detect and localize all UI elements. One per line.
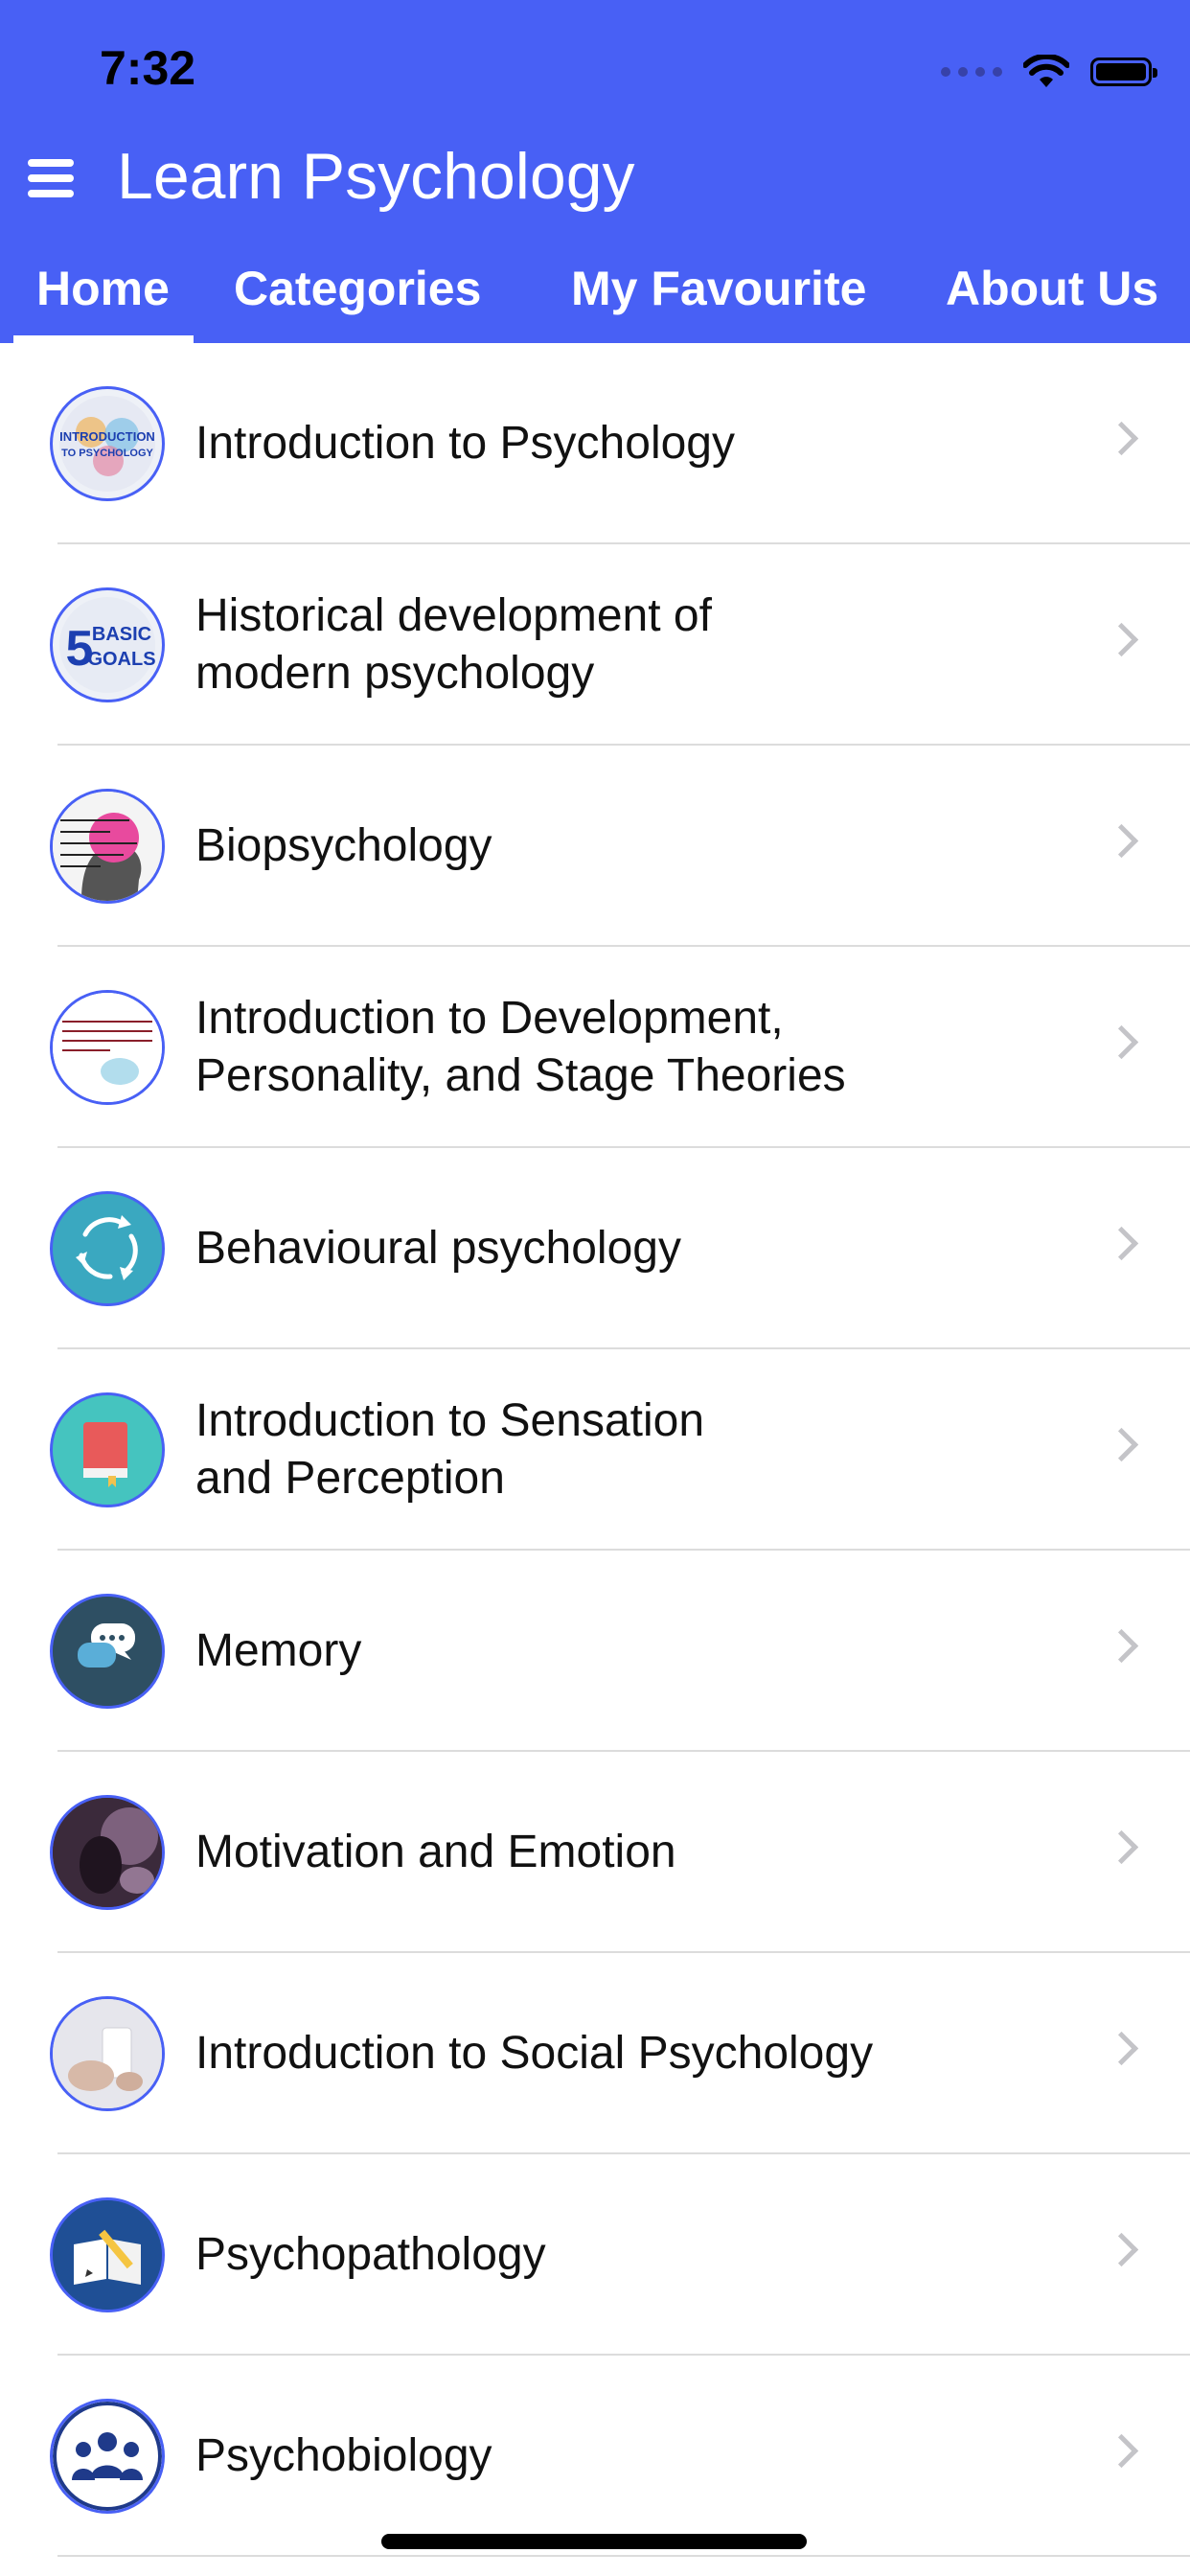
chevron-right-icon <box>1104 2031 1139 2066</box>
list-item[interactable]: Behavioural psychology <box>0 1148 1190 1349</box>
chevron-right-icon <box>1104 622 1139 657</box>
list-item[interactable]: INTRODUCTION TO PSYCHOLOGY Introduction … <box>0 343 1190 544</box>
cycle-arrows-thumb <box>50 1191 165 1306</box>
tab-bar: Home Categories My Favourite About Us <box>0 251 1190 343</box>
group-people-thumb <box>50 2399 165 2514</box>
list-item[interactable]: Introduction to Social Psychology <box>0 1953 1190 2154</box>
chevron-right-icon <box>1104 1628 1139 1664</box>
topic-label: Historical development of modern psychol… <box>195 590 712 699</box>
intro-psychology-thumb: INTRODUCTION TO PSYCHOLOGY <box>50 386 165 501</box>
list-item[interactable]: Memory <box>0 1551 1190 1752</box>
status-icons <box>941 48 1157 96</box>
topic-label: Behavioural psychology <box>195 1223 681 1274</box>
chevron-right-icon <box>1104 1427 1139 1462</box>
notebook-pencil-thumb <box>50 2197 165 2312</box>
tab-home[interactable]: Home <box>36 261 170 316</box>
topic-label: Introduction to Development, Personality… <box>195 993 846 1101</box>
home-indicator[interactable] <box>381 2534 807 2549</box>
list-item[interactable]: Introduction to Sensation and Perception <box>0 1349 1190 1551</box>
status-time: 7:32 <box>100 41 196 95</box>
photo-hand-thumb <box>50 1795 165 1910</box>
tab-about-us[interactable]: About Us <box>946 261 1158 316</box>
chevron-right-icon <box>1104 1829 1139 1865</box>
wifi-icon <box>1023 55 1069 87</box>
cellular-signal-icon <box>941 67 1002 77</box>
battery-icon <box>1090 58 1157 86</box>
svg-text:BASIC: BASIC <box>92 624 151 645</box>
svg-text:GOALS: GOALS <box>87 649 155 670</box>
chat-bubbles-thumb <box>50 1594 165 1709</box>
app-title: Learn Psychology <box>117 140 635 213</box>
svg-text:TO PSYCHOLOGY: TO PSYCHOLOGY <box>61 448 153 459</box>
tab-categories[interactable]: Categories <box>234 261 481 316</box>
topic-label: Psychopathology <box>195 2229 546 2280</box>
tab-my-favourite[interactable]: My Favourite <box>571 261 866 316</box>
topic-label: Motivation and Emotion <box>195 1827 676 1877</box>
topic-label: Introduction to Social Psychology <box>195 2028 874 2079</box>
list-item[interactable]: Psychopathology <box>0 2154 1190 2356</box>
biopsychology-thumb <box>50 789 165 904</box>
chevron-right-icon <box>1104 2232 1139 2267</box>
chevron-right-icon <box>1104 421 1139 456</box>
topic-label: Memory <box>195 1625 362 1676</box>
topic-label: Biopsychology <box>195 820 492 871</box>
hamburger-menu-icon[interactable] <box>28 159 74 197</box>
development-thumb <box>50 990 165 1105</box>
chevron-right-icon <box>1104 1024 1139 1060</box>
list-item[interactable]: Psychobiology <box>0 2356 1190 2557</box>
app-header: 7:32 Learn Psychology Home Categories My… <box>0 0 1190 343</box>
chevron-right-icon <box>1104 2433 1139 2469</box>
photo-phone-thumb <box>50 1996 165 2111</box>
list-item[interactable]: Introduction to Development, Personality… <box>0 947 1190 1148</box>
topic-label: Introduction to Sensation and Perception <box>195 1395 705 1504</box>
chevron-right-icon <box>1104 823 1139 859</box>
chevron-right-icon <box>1104 1226 1139 1261</box>
list-item[interactable]: 5 BASIC GOALS Historical development of … <box>0 544 1190 746</box>
book-thumb <box>50 1392 165 1507</box>
topic-list: INTRODUCTION TO PSYCHOLOGY Introduction … <box>0 343 1190 2557</box>
svg-text:INTRODUCTION: INTRODUCTION <box>59 429 155 444</box>
list-item[interactable]: Motivation and Emotion <box>0 1752 1190 1953</box>
five-basic-goals-thumb: 5 BASIC GOALS <box>50 587 165 702</box>
list-item[interactable]: Biopsychology <box>0 746 1190 947</box>
selected-tab-indicator <box>13 335 194 343</box>
topic-label: Introduction to Psychology <box>195 418 735 469</box>
topic-label: Psychobiology <box>195 2430 492 2481</box>
